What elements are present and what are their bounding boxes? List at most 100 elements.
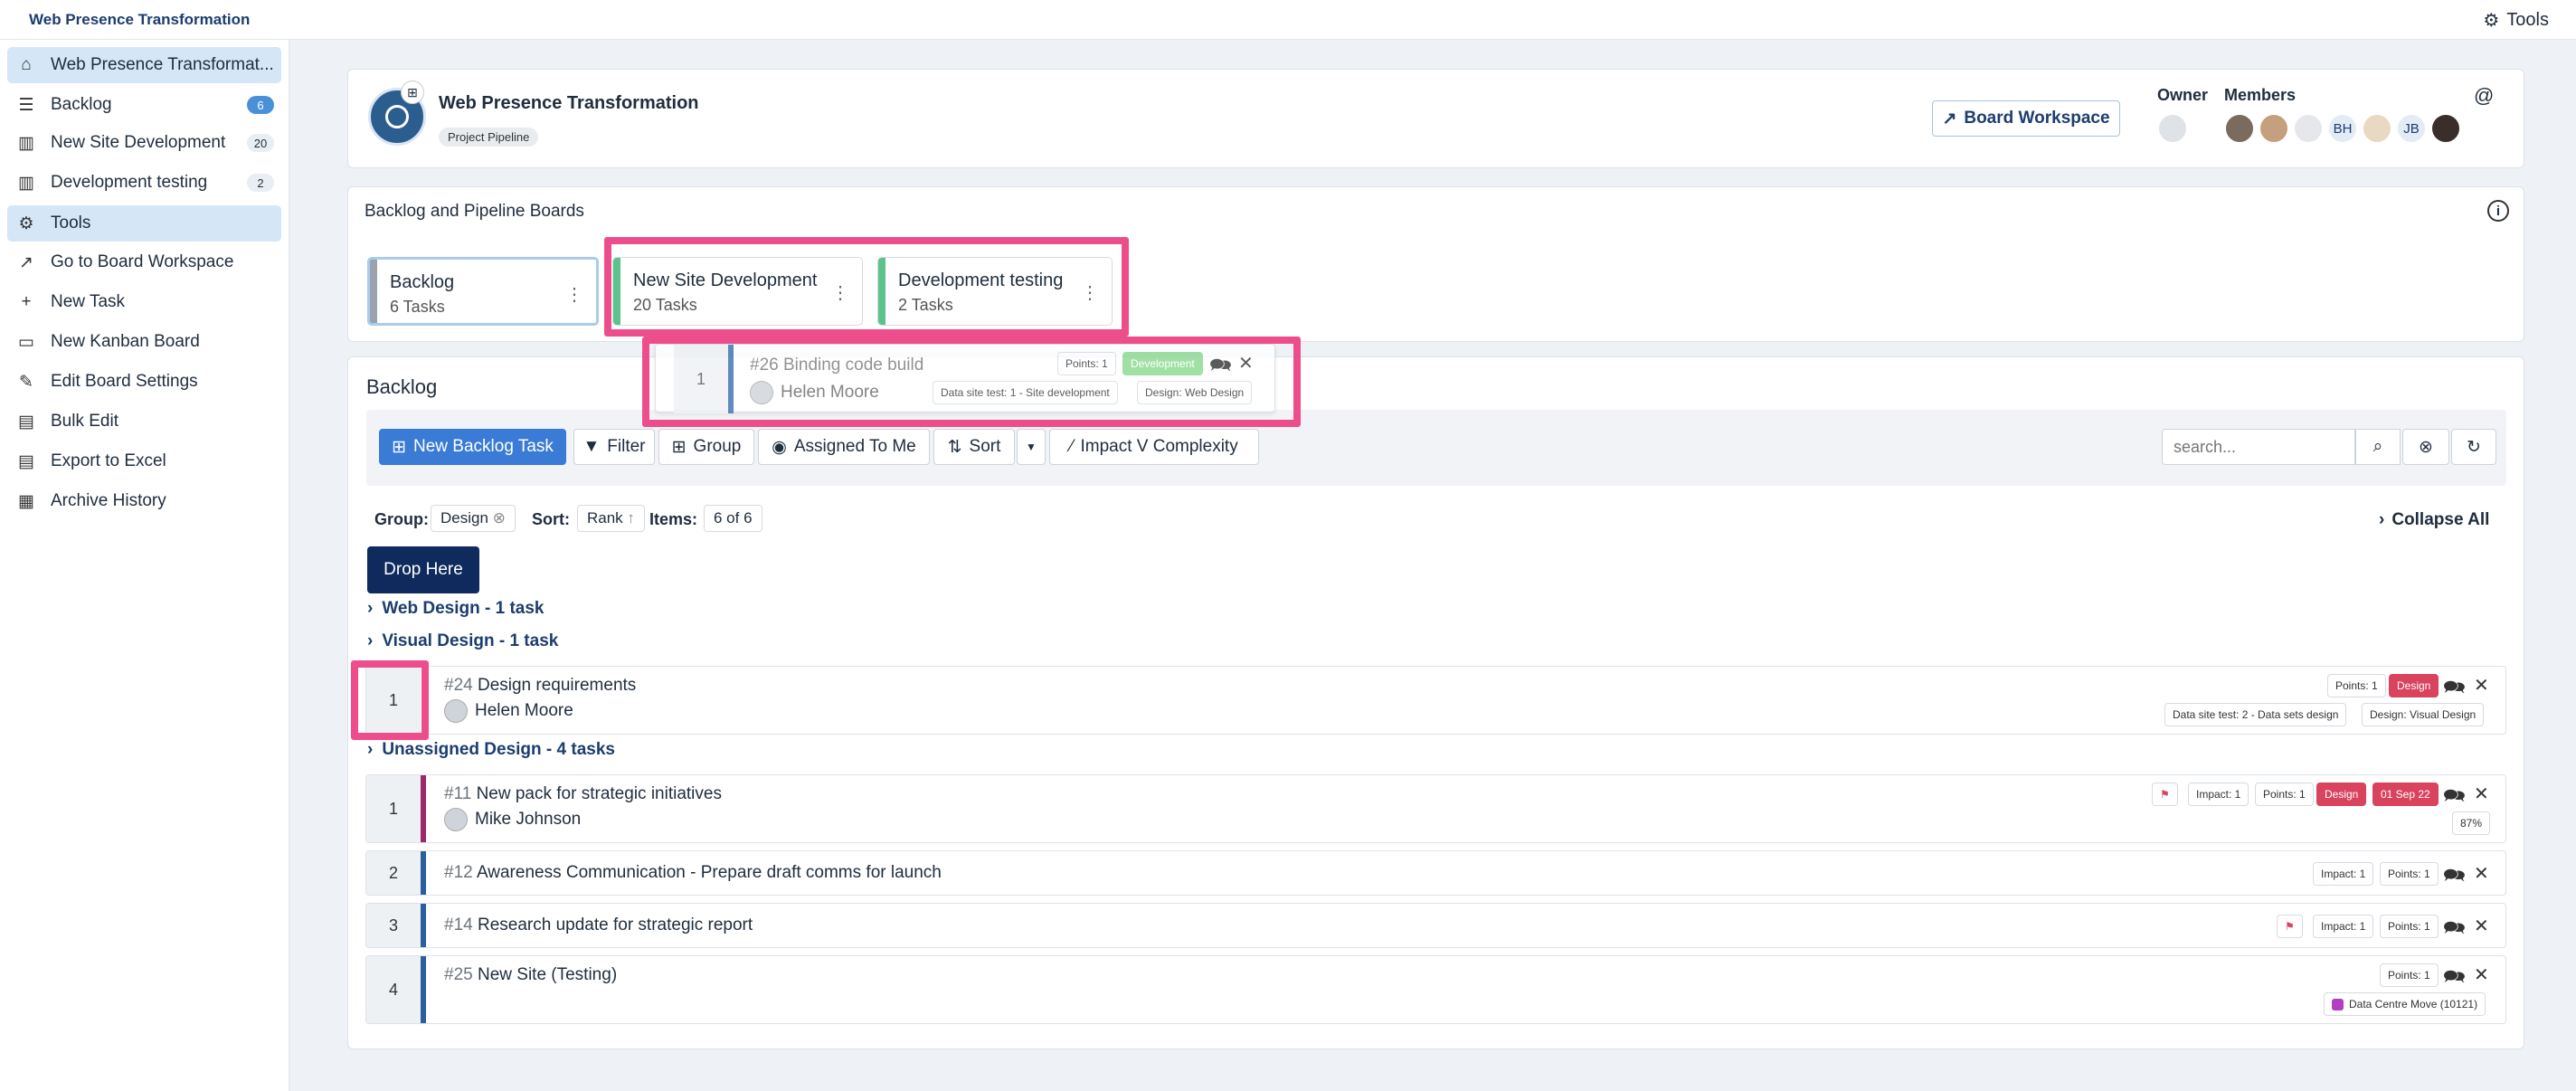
member-avatar[interactable] [2224, 113, 2255, 144]
sort-value-chip[interactable]: Rank ↑ [577, 505, 645, 532]
board-card-development-testing[interactable]: Development testing 2 Tasks ⋮ [877, 257, 1113, 326]
member-avatar[interactable]: JB [2396, 113, 2427, 144]
task-row[interactable]: 3 #14 Research update for strategic repo… [365, 903, 2506, 948]
new-backlog-task-button[interactable]: ⊞ New Backlog Task [379, 429, 566, 465]
owner-avatar[interactable] [2157, 113, 2188, 144]
member-avatar[interactable] [2362, 113, 2392, 144]
group-header-web-design[interactable]: › Web Design - 1 task [367, 599, 544, 619]
search-input[interactable] [2162, 429, 2355, 465]
member-avatar[interactable] [2259, 113, 2289, 144]
task-row[interactable]: 1 #11 New pack for strategic initiatives… [365, 774, 2506, 843]
comments-icon[interactable]: 🗪 [2443, 915, 2466, 945]
more-icon[interactable]: ⋮ [831, 281, 849, 304]
sidebar-item-bulk-edit[interactable]: ▤ Bulk Edit [7, 403, 281, 440]
flag-icon[interactable]: ⚑ [2277, 915, 2303, 938]
close-circle-icon: ⊗ [2419, 437, 2433, 457]
points-tag: Points: 1 [2255, 783, 2314, 806]
filter-button[interactable]: ▼ Filter [573, 429, 655, 465]
task-row[interactable]: 1 #24 Design requirements Helen Moore Po… [365, 666, 2506, 735]
comments-icon: 🗪 [1209, 356, 1232, 375]
design-tag: Design [2389, 674, 2439, 697]
close-circle-icon[interactable]: ⊗ [493, 509, 506, 527]
sidebar-item-development-testing[interactable]: ▥ Development testing 2 [7, 165, 281, 201]
task-rank[interactable]: 4 [366, 956, 421, 1023]
comments-icon[interactable]: 🗪 [2443, 674, 2466, 705]
close-icon[interactable]: ✕ [2474, 915, 2489, 937]
sidebar-item-new-site-development[interactable]: ▥ New Site Development 20 [7, 125, 281, 161]
close-icon[interactable]: ✕ [2474, 862, 2489, 885]
grid-icon[interactable]: ⊞ [401, 81, 424, 104]
more-icon[interactable]: ⋮ [1081, 281, 1099, 304]
board-card-new-site-development[interactable]: New Site Development 20 Tasks ⋮ [612, 257, 863, 326]
group-header-unassigned-design[interactable]: › Unassigned Design - 4 tasks [367, 740, 615, 760]
points-tag: Points: 1 [2327, 674, 2386, 697]
tools-menu-button[interactable]: ⚙ Tools [2483, 9, 2549, 32]
plus-icon: + [21, 292, 32, 311]
mention-icon[interactable]: @ [2474, 84, 2494, 108]
task-title[interactable]: Research update for strategic report [478, 915, 753, 934]
sort-button[interactable]: ⇅ Sort [933, 429, 1015, 465]
sidebar-item-export-excel[interactable]: ▤ Export to Excel [7, 443, 281, 479]
close-icon[interactable]: ✕ [2474, 963, 2489, 986]
points-tag: Points: 1 [2380, 915, 2439, 938]
refresh-button[interactable]: ↻ [2451, 429, 2496, 465]
drag-preview-task[interactable]: 1 #26 Binding code build Helen Moore Poi… [655, 344, 1275, 413]
assigned-to-me-button[interactable]: ◉ Assigned To Me [758, 429, 930, 465]
task-title[interactable]: New Site (Testing) [478, 965, 617, 984]
avatar [750, 381, 773, 404]
count-badge: 20 [247, 134, 274, 152]
sidebar-item-new-kanban-board[interactable]: ▭ New Kanban Board [7, 324, 281, 360]
sidebar-item-new-task[interactable]: + New Task [7, 284, 281, 320]
sidebar-item-tools[interactable]: ⚙ Tools [7, 205, 281, 242]
collapse-all-button[interactable]: › Collapse All [2379, 510, 2489, 530]
info-icon[interactable]: i [2487, 200, 2509, 222]
comments-icon[interactable]: 🗪 [2443, 963, 2466, 994]
sidebar-item-backlog[interactable]: ☰ Backlog 6 [7, 87, 281, 123]
group-header-visual-design[interactable]: › Visual Design - 1 task [367, 631, 558, 651]
task-assignee: Helen Moore [750, 381, 879, 404]
close-icon[interactable]: ✕ [2474, 783, 2489, 805]
task-title[interactable]: Awareness Communication - Prepare draft … [477, 863, 942, 882]
impact-complexity-button[interactable]: ⁄ Impact V Complexity [1049, 429, 1259, 465]
chevron-right-icon: › [367, 740, 374, 759]
sidebar-item-edit-board-settings[interactable]: ✎ Edit Board Settings [7, 364, 281, 400]
task-rank[interactable]: 1 [366, 667, 421, 734]
close-icon[interactable]: ✕ [2474, 674, 2489, 697]
list-icon: ☰ [18, 95, 34, 115]
task-row[interactable]: 2 #12 Awareness Communication - Prepare … [365, 850, 2506, 896]
comments-icon[interactable]: 🗪 [2443, 862, 2466, 893]
sidebar-item-archive-history[interactable]: ▦ Archive History [7, 483, 281, 519]
task-rank[interactable]: 2 [366, 851, 421, 895]
task-number: #26 [750, 356, 779, 375]
items-label: Items: [649, 510, 698, 528]
group-button[interactable]: ⊞ Group [658, 429, 754, 465]
linked-project-tag[interactable]: Data Centre Move (10121) [2324, 992, 2486, 1016]
task-number: #12 [444, 863, 473, 882]
task-rank[interactable]: 1 [366, 775, 421, 842]
member-avatar[interactable]: BH [2327, 113, 2358, 144]
sort-dropdown-button[interactable]: ▼ [1017, 429, 1046, 465]
task-title[interactable]: Design requirements [478, 676, 636, 695]
clear-search-button[interactable]: ⊗ [2402, 429, 2449, 465]
group-value-chip[interactable]: Design ⊗ [431, 505, 516, 532]
task-title[interactable]: New pack for strategic initiatives [477, 784, 722, 803]
board-workspace-button[interactable]: ↗ Board Workspace [1932, 100, 2120, 137]
board-name: New Site Development [633, 270, 818, 290]
sidebar-item-project[interactable]: ⌂ Web Presence Transformat... [7, 47, 281, 83]
chart-icon: ▦ [18, 491, 34, 511]
member-avatar[interactable] [2293, 113, 2324, 144]
more-icon[interactable]: ⋮ [565, 283, 583, 306]
flag-icon[interactable]: ⚑ [2152, 783, 2178, 806]
task-rank[interactable]: 3 [366, 904, 421, 947]
board-card-backlog[interactable]: Backlog 6 Tasks ⋮ [367, 257, 599, 326]
task-row[interactable]: 4 #25 New Site (Testing) Points: 1 🗪 ✕ D… [365, 955, 2506, 1024]
points-tag: Points: 1 [2380, 862, 2439, 886]
project-tag: Project Pipeline [439, 128, 539, 147]
search-button[interactable]: ⌕ [2355, 429, 2401, 465]
sidebar-item-board-workspace[interactable]: ↗ Go to Board Workspace [7, 244, 281, 280]
comments-icon[interactable]: 🗪 [2443, 783, 2466, 813]
impact-tag: Impact: 1 [2313, 915, 2374, 938]
drop-here-zone[interactable]: Drop Here [367, 546, 479, 593]
member-avatar[interactable] [2430, 113, 2461, 144]
boards-title: Backlog and Pipeline Boards [365, 202, 584, 221]
